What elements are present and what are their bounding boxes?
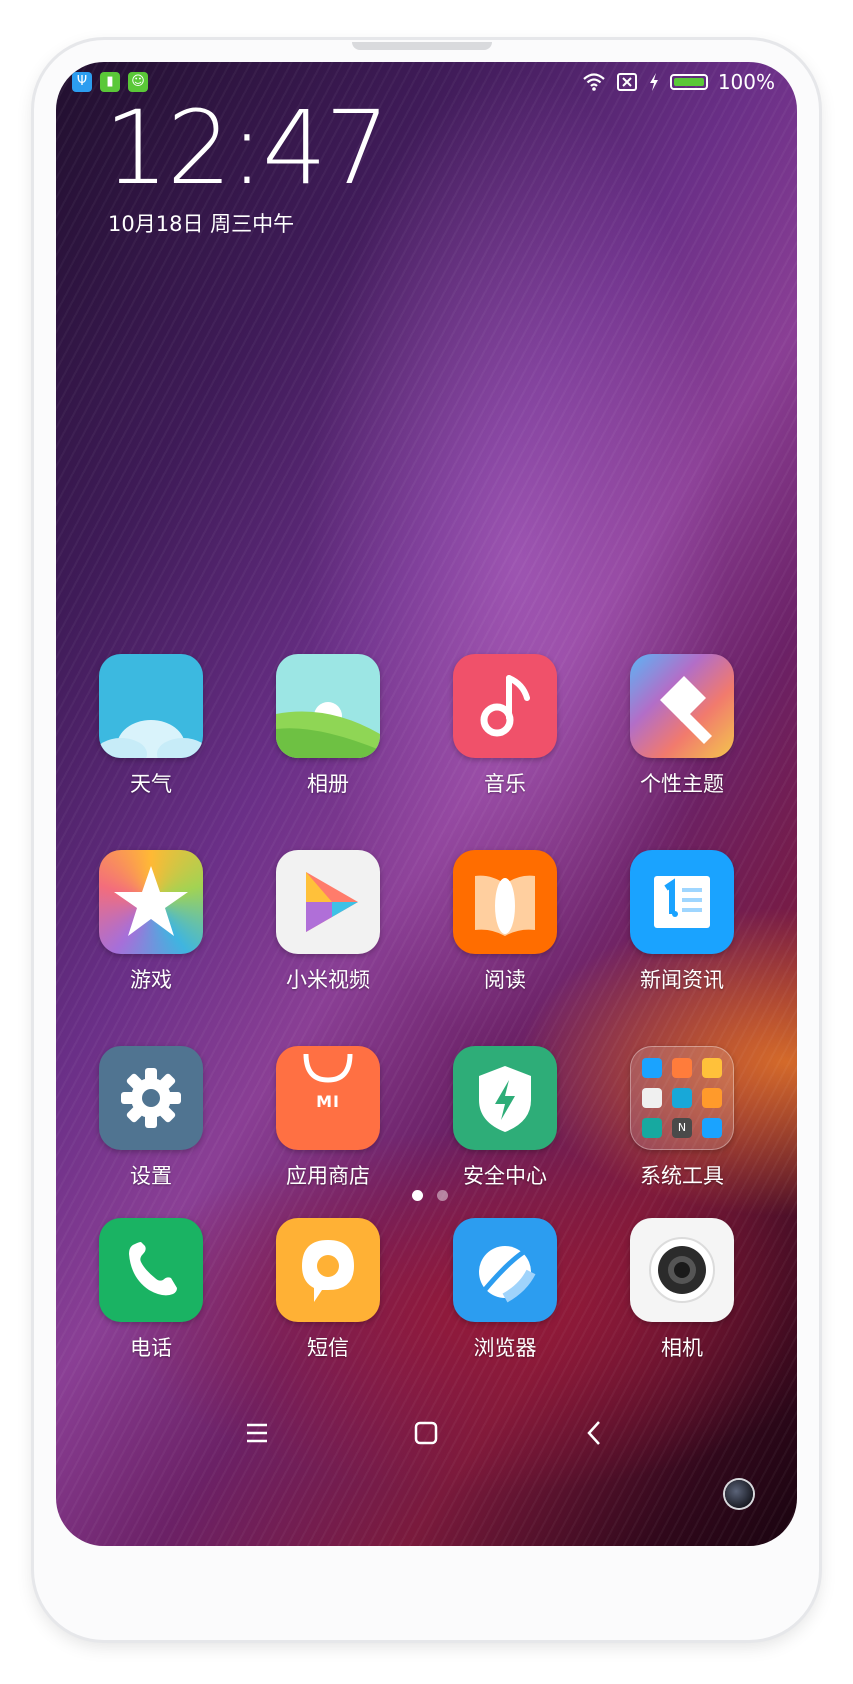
app-label: 游戏 [130,968,172,992]
home-screen[interactable]: Ψ ▮ ☺ 100% 12:47 10月18日 周三中午 天气 相册 音乐 个性… [56,62,797,1546]
news-icon [630,850,734,954]
earpiece-speaker [352,42,492,50]
back-icon[interactable] [578,1416,612,1450]
app-label: 系统工具 [640,1164,724,1188]
app-label: 阅读 [484,968,526,992]
music-icon [453,654,557,758]
menu-icon[interactable] [240,1416,274,1450]
app-browser[interactable]: 浏览器 [440,1218,570,1362]
usb-icon: Ψ [72,72,92,92]
clock-time[interactable]: 12:47 [104,94,390,204]
battery-icon [669,74,708,90]
gallery-icon [276,654,380,758]
camera-icon [630,1218,734,1322]
app-label: 短信 [307,1336,349,1360]
app-label: 电话 [130,1336,172,1360]
app-label: 小米视频 [286,968,370,992]
settings-icon [99,1046,203,1150]
app-label: 音乐 [484,772,526,796]
phone-icon [99,1218,203,1322]
app-store[interactable]: MI 应用商店 [263,1046,393,1190]
app-messages[interactable]: 短信 [263,1218,393,1362]
app-music[interactable]: 音乐 [440,654,570,798]
battery-percent: 100% [717,70,775,94]
themes-icon [630,654,734,758]
app-reader[interactable]: 阅读 [440,850,570,994]
reader-icon [453,850,557,954]
app-label: 天气 [130,772,172,796]
video-icon [276,850,380,954]
no-sim-icon [616,73,637,91]
page-indicator[interactable] [412,1190,448,1201]
app-gallery[interactable]: 相册 [263,654,393,798]
charging-icon [649,73,658,91]
app-video[interactable]: 小米视频 [263,850,393,994]
app-store-badge: MI [316,1092,340,1111]
app-label: 安全中心 [463,1164,547,1188]
browser-icon [453,1218,557,1322]
app-phone[interactable]: 电话 [86,1218,216,1362]
weather-icon [99,654,203,758]
security-icon [453,1046,557,1150]
app-themes[interactable]: 个性主题 [617,654,747,798]
app-security[interactable]: 安全中心 [440,1046,570,1190]
app-label: 相机 [661,1336,703,1360]
messages-icon [276,1218,380,1322]
home-nav-icon[interactable] [409,1416,443,1450]
app-weather[interactable]: 天气 [86,654,216,798]
navigation-bar [56,1402,797,1462]
folder-system-tools[interactable]: N 系统工具 [617,1046,747,1190]
wifi-icon [583,73,605,91]
app-label: 设置 [130,1164,172,1188]
folder-icon: N [630,1046,734,1150]
app-label: 个性主题 [640,772,724,796]
folder-mini-letter: N [672,1118,692,1138]
app-label: 应用商店 [286,1164,370,1188]
app-label: 相册 [307,772,349,796]
page-dot-active[interactable] [412,1190,423,1201]
clock-date[interactable]: 10月18日 周三中午 [108,208,294,238]
page-dot[interactable] [437,1190,448,1201]
front-camera-icon [725,1480,753,1508]
app-label: 浏览器 [473,1336,537,1360]
app-games[interactable]: 游戏 [86,850,216,994]
app-label: 新闻资讯 [640,968,724,992]
app-settings[interactable]: 设置 [86,1046,216,1190]
games-icon [99,850,203,954]
app-camera[interactable]: 相机 [617,1218,747,1362]
app-news[interactable]: 新闻资讯 [617,850,747,994]
app-store-icon: MI [276,1046,380,1150]
